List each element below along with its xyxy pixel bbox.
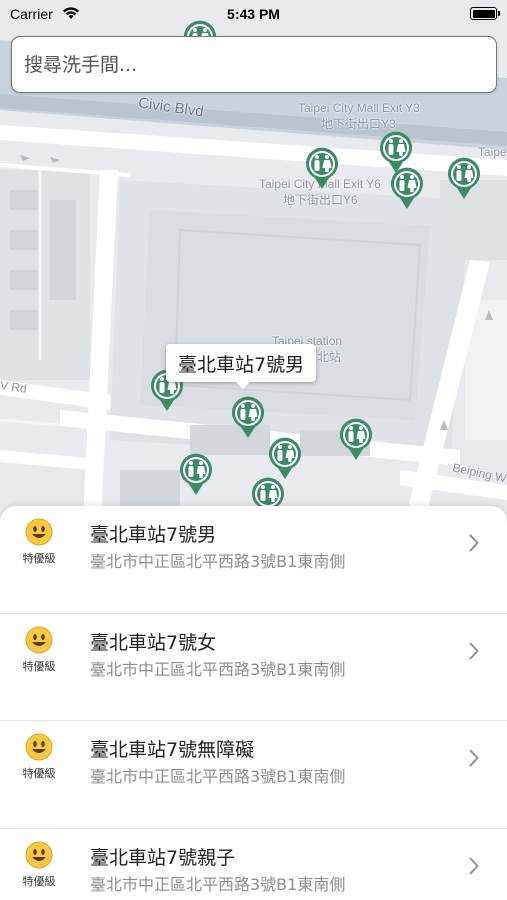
chevron-right-icon: [469, 642, 479, 659]
chevron-right-icon: [469, 534, 479, 552]
toilet-address: 臺北市中正區北平西路3號B1東南側: [90, 552, 346, 571]
search-input[interactable]: [12, 37, 496, 92]
smiley-icon: [25, 518, 53, 546]
rating-badge: 特優級: [16, 626, 62, 674]
rating-label: 特優級: [22, 552, 56, 565]
toilet-name: 臺北車站7號男: [90, 524, 217, 546]
toilet-icon: [391, 167, 423, 209]
search-bar[interactable]: [11, 36, 497, 93]
toilet-address: 臺北市中正區北平西路3號B1東南側: [90, 874, 346, 894]
rating-label: 特優級: [22, 659, 56, 673]
rating-label: 特優級: [22, 874, 56, 888]
toilet-pin[interactable]: [304, 146, 340, 190]
toilet-name: 臺北車站7號無障礙: [90, 739, 255, 761]
toilet-name: 臺北車站7號女: [90, 631, 217, 654]
rating-badge: 特優級: [16, 518, 62, 566]
smiley-icon: [25, 841, 53, 868]
toilet-icon: [269, 437, 301, 479]
callout-tail: [236, 382, 250, 389]
smiley-icon: [25, 626, 53, 653]
map-label-taipei-city-edge: Taipei Ci: [478, 145, 507, 159]
toilet-list[interactable]: 特優級 臺北車站7號男 臺北市中正區北平西路3號B1東南側 特優級 臺北車站7號…: [0, 506, 507, 900]
rating-badge: 特優級: [16, 733, 62, 781]
map-label-mall-y6-zh: 地下街出口Y6: [283, 193, 358, 207]
toilet-address: 臺北市中正區北平西路3號B1東南側: [90, 659, 346, 679]
toilet-icon: [232, 396, 264, 438]
toilet-pin[interactable]: [178, 452, 214, 496]
list-item[interactable]: 特優級 臺北車站7號女 臺北市中正區北平西路3號B1東南側: [0, 614, 507, 721]
toilet-address: 臺北市中正區北平西路3號B1東南側: [90, 767, 346, 786]
callout-title: 臺北車站7號男: [178, 353, 305, 376]
rating-label: 特優級: [22, 767, 56, 780]
toilet-name: 臺北車站7號親子: [90, 846, 236, 869]
map-label-mall-y3-en: Taipei City Mall Exit Y3: [298, 101, 420, 115]
selected-pin-callout[interactable]: 臺北車站7號男: [166, 344, 317, 389]
status-time: 5:43 PM: [227, 6, 280, 22]
chevron-right-icon: [469, 857, 479, 874]
status-bar: Carrier 5:43 PM: [0, 0, 507, 28]
toilet-pin[interactable]: [267, 436, 303, 480]
list-item[interactable]: 特優級 臺北車站7號男 臺北市中正區北平西路3號B1東南側: [0, 506, 507, 614]
toilet-pin[interactable]: [389, 166, 425, 210]
smiley-icon: [25, 733, 53, 761]
chevron-right-icon: [469, 749, 479, 767]
toilet-pin[interactable]: [338, 417, 374, 461]
list-item[interactable]: 特優級 臺北車站7號親子 臺北市中正區北平西路3號B1東南側: [0, 829, 507, 900]
toilet-pin[interactable]: [230, 395, 266, 439]
rating-badge: 特優級: [16, 841, 62, 889]
toilet-icon: [340, 418, 372, 460]
toilet-icon: [448, 157, 480, 199]
list-item[interactable]: 特優級 臺北車站7號無障礙 臺北市中正區北平西路3號B1東南側: [0, 721, 507, 829]
toilet-pin[interactable]: [446, 156, 482, 200]
battery-icon: [470, 7, 500, 20]
toilet-icon: [306, 147, 338, 189]
toilet-icon: [180, 453, 212, 495]
